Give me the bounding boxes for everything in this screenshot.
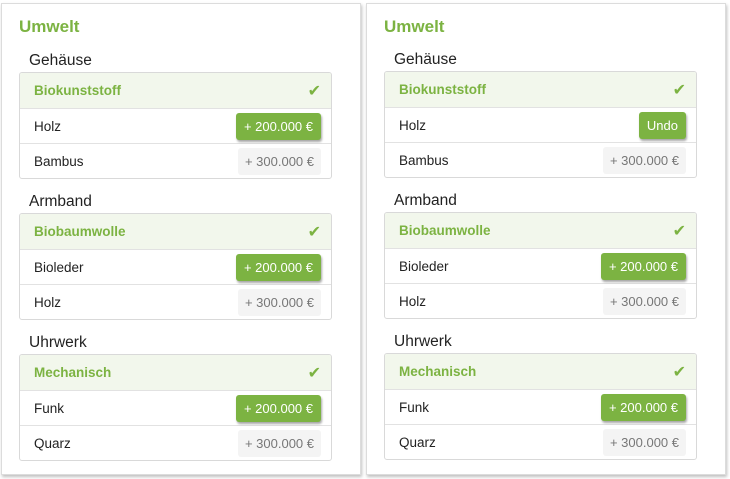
section-label: Gehäuse (29, 52, 92, 69)
price-button[interactable]: + 200.000 € (600, 252, 686, 280)
option-label: Bambus (34, 153, 84, 169)
option-biobaumwolle[interactable]: Biobaumwolle ✔ (20, 214, 331, 249)
option-list: Biobaumwolle ✔ Bioleder + 200.000 € Holz… (19, 213, 332, 320)
section-uhrwerk: Uhrwerk Mechanisch ✔ Funk + 200.000 € Qu… (384, 331, 697, 460)
price-button[interactable]: + 200.000 € (235, 112, 321, 140)
panel-right: Umwelt Gehäuse Biokunststoff ✔ Holz Undo… (366, 3, 726, 475)
panel-title: Umwelt (384, 17, 445, 36)
option-mechanisch[interactable]: Mechanisch ✔ (20, 355, 331, 390)
option-label: Mechanisch (399, 364, 477, 379)
option-quarz: Quarz + 300.000 € (385, 424, 696, 459)
option-list: Mechanisch ✔ Funk + 200.000 € Quarz + 30… (384, 353, 697, 460)
panel-left: Umwelt Gehäuse Biokunststoff ✔ Holz + 20… (1, 3, 361, 475)
option-label: Biobaumwolle (399, 223, 491, 238)
option-label: Holz (399, 117, 427, 133)
option-biokunststoff[interactable]: Biokunststoff ✔ (20, 73, 331, 108)
check-icon: ✔ (307, 362, 321, 382)
option-label: Holz (34, 294, 62, 310)
option-holz: Holz + 300.000 € (20, 284, 331, 319)
price-button[interactable]: + 300.000 € (237, 147, 321, 175)
option-funk: Funk + 200.000 € (385, 389, 696, 424)
check-icon: ✔ (307, 221, 321, 241)
option-label: Funk (399, 399, 430, 415)
undo-button[interactable]: Undo (638, 111, 686, 139)
option-bambus: Bambus + 300.000 € (20, 143, 331, 178)
option-funk: Funk + 200.000 € (20, 390, 331, 425)
option-label: Biokunststoff (399, 82, 486, 97)
option-bambus: Bambus + 300.000 € (385, 142, 696, 177)
option-label: Quarz (34, 435, 71, 451)
option-label: Funk (34, 400, 65, 416)
price-button[interactable]: + 300.000 € (602, 146, 686, 174)
section-label: Armband (29, 193, 92, 210)
price-button[interactable]: + 200.000 € (600, 393, 686, 421)
option-holz: Holz Undo (385, 107, 696, 142)
option-label: Holz (34, 118, 62, 134)
option-bioleder: Bioleder + 200.000 € (20, 249, 331, 284)
option-label: Mechanisch (34, 365, 112, 380)
section-uhrwerk: Uhrwerk Mechanisch ✔ Funk + 200.000 € Qu… (19, 332, 332, 461)
section-armband: Armband Biobaumwolle ✔ Bioleder + 200.00… (19, 191, 332, 320)
option-list: Biobaumwolle ✔ Bioleder + 200.000 € Holz… (384, 212, 697, 319)
price-button[interactable]: + 300.000 € (602, 428, 686, 456)
option-holz: Holz + 300.000 € (385, 283, 696, 318)
check-icon: ✔ (672, 220, 686, 240)
option-bioleder: Bioleder + 200.000 € (385, 248, 696, 283)
price-button[interactable]: + 200.000 € (235, 253, 321, 281)
price-button[interactable]: + 300.000 € (602, 287, 686, 315)
section-label: Gehäuse (394, 51, 457, 68)
check-icon: ✔ (307, 80, 321, 100)
option-list: Mechanisch ✔ Funk + 200.000 € Quarz + 30… (19, 354, 332, 461)
section-label: Uhrwerk (29, 334, 87, 351)
option-label: Holz (399, 293, 427, 309)
section-armband: Armband Biobaumwolle ✔ Bioleder + 200.00… (384, 190, 697, 319)
option-label: Bioleder (399, 258, 449, 274)
option-label: Quarz (399, 434, 436, 450)
section-gehaeuse: Gehäuse Biokunststoff ✔ Holz Undo Bambus… (384, 49, 697, 178)
section-label: Armband (394, 192, 457, 209)
check-icon: ✔ (672, 361, 686, 381)
option-label: Bioleder (34, 259, 84, 275)
panel-title: Umwelt (19, 17, 80, 36)
option-label: Bambus (399, 152, 449, 168)
option-label: Biokunststoff (34, 83, 121, 98)
option-label: Biobaumwolle (34, 224, 126, 239)
section-gehaeuse: Gehäuse Biokunststoff ✔ Holz + 200.000 €… (19, 50, 332, 179)
check-icon: ✔ (672, 79, 686, 99)
option-list: Biokunststoff ✔ Holz Undo Bambus + 300.0… (384, 71, 697, 178)
price-button[interactable]: + 200.000 € (235, 394, 321, 422)
option-biokunststoff[interactable]: Biokunststoff ✔ (385, 72, 696, 107)
option-list: Biokunststoff ✔ Holz + 200.000 € Bambus … (19, 72, 332, 179)
option-quarz: Quarz + 300.000 € (20, 425, 331, 460)
price-button[interactable]: + 300.000 € (237, 429, 321, 457)
option-mechanisch[interactable]: Mechanisch ✔ (385, 354, 696, 389)
price-button[interactable]: + 300.000 € (237, 288, 321, 316)
option-biobaumwolle[interactable]: Biobaumwolle ✔ (385, 213, 696, 248)
section-label: Uhrwerk (394, 333, 452, 350)
option-holz: Holz + 200.000 € (20, 108, 331, 143)
